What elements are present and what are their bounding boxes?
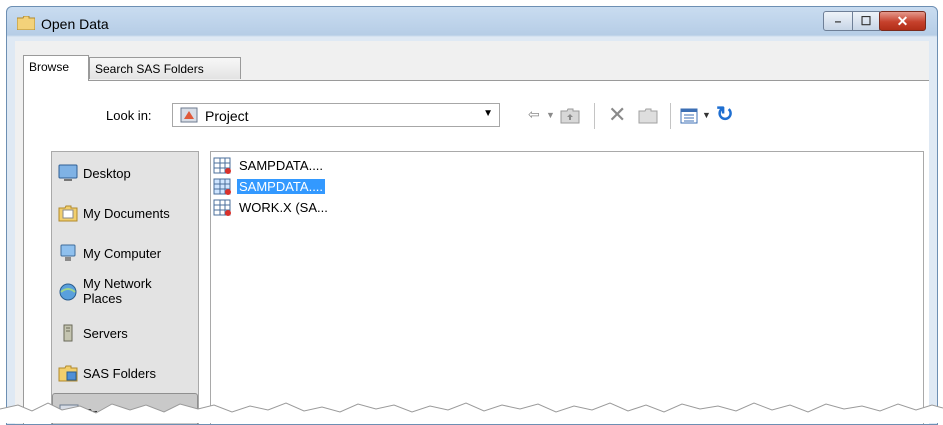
file-label: SAMPDATA.... bbox=[239, 158, 324, 173]
place-my-documents[interactable]: My Documents bbox=[52, 194, 198, 232]
close-icon: ✕ bbox=[896, 12, 909, 29]
maximize-icon: ☐ bbox=[860, 14, 872, 28]
browse-panel: Look in: Project ▼ ⇦ ▼ ✕ ▼ ↻ Desktop My … bbox=[23, 80, 929, 424]
place-label: My Network Places bbox=[83, 276, 152, 306]
places-bar: Desktop My Documents My Computer My Netw… bbox=[51, 151, 199, 424]
sas-dataset-icon bbox=[213, 178, 231, 195]
title-bar[interactable]: Open Data – ☐ ✕ bbox=[7, 7, 937, 41]
servers-icon bbox=[63, 324, 73, 342]
project-icon bbox=[180, 107, 198, 123]
minimize-icon: – bbox=[834, 14, 842, 28]
back-arrow-icon[interactable]: ⇦ bbox=[528, 106, 540, 123]
file-label: SAMPDATA.... bbox=[237, 179, 326, 194]
place-label: SAS Folders bbox=[83, 366, 156, 381]
file-list[interactable]: SAMPDATA.... SAMPDATA.... WORK.X (SA... bbox=[210, 151, 924, 424]
place-servers[interactable]: Servers bbox=[52, 314, 198, 352]
place-label: Desktop bbox=[83, 166, 131, 181]
maximize-button[interactable]: ☐ bbox=[852, 11, 880, 31]
chevron-down-icon[interactable]: ▼ bbox=[483, 108, 493, 119]
look-in-combobox[interactable]: Project ▼ bbox=[172, 103, 500, 127]
my-computer-icon bbox=[60, 244, 76, 261]
desktop-icon bbox=[58, 164, 78, 181]
my-documents-icon bbox=[58, 205, 78, 222]
close-button[interactable]: ✕ bbox=[879, 11, 926, 31]
place-label: Servers bbox=[83, 326, 128, 341]
network-icon bbox=[59, 283, 77, 301]
look-in-label: Look in: bbox=[106, 108, 152, 123]
sas-dataset-icon bbox=[213, 199, 231, 216]
tab-browse[interactable]: Browse bbox=[23, 55, 89, 81]
tab-search-sas-folders[interactable]: Search SAS Folders bbox=[89, 57, 241, 79]
dropdown-arrow-icon[interactable]: ▼ bbox=[702, 110, 711, 120]
up-folder-icon[interactable] bbox=[560, 107, 580, 125]
file-label: WORK.X (SA... bbox=[239, 200, 328, 215]
minimize-button[interactable]: – bbox=[823, 11, 853, 31]
window-title: Open Data bbox=[41, 16, 109, 32]
toolbar-separator bbox=[670, 103, 671, 129]
place-label: My Documents bbox=[83, 206, 170, 221]
torn-edge bbox=[0, 402, 943, 423]
toolbar-separator bbox=[594, 103, 595, 129]
sas-folders-icon bbox=[58, 365, 78, 382]
place-sas-folders[interactable]: SAS Folders bbox=[52, 354, 198, 392]
view-menu-icon[interactable] bbox=[680, 108, 698, 124]
folder-icon bbox=[17, 16, 35, 30]
dropdown-arrow-icon[interactable]: ▼ bbox=[546, 110, 555, 120]
new-folder-icon[interactable] bbox=[638, 107, 658, 125]
place-label: My Computer bbox=[83, 246, 162, 261]
place-my-computer[interactable]: My Computer bbox=[52, 234, 198, 272]
refresh-icon[interactable]: ↻ bbox=[716, 102, 734, 127]
open-data-dialog: Open Data – ☐ ✕ Browse Search SAS Folder… bbox=[6, 6, 938, 425]
place-desktop[interactable]: Desktop bbox=[52, 154, 198, 192]
place-my-network-places[interactable]: My Network Places bbox=[52, 272, 198, 312]
dialog-body: Browse Search SAS Folders Look in: Proje… bbox=[15, 41, 929, 424]
look-in-value: Project bbox=[205, 108, 249, 124]
delete-icon[interactable]: ✕ bbox=[608, 102, 626, 128]
sas-dataset-icon bbox=[213, 157, 231, 174]
